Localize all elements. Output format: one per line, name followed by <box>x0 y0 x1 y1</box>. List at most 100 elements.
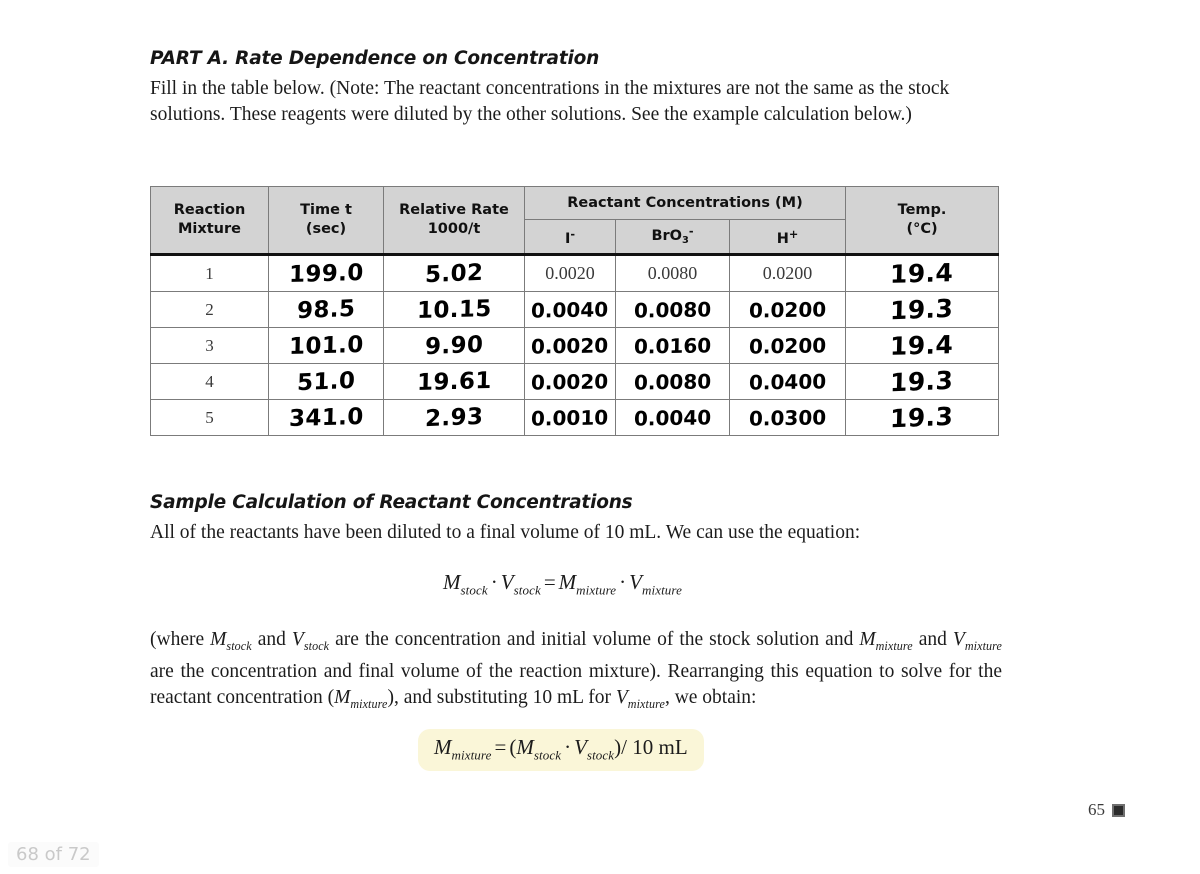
th-time-t-line1: Time t <box>300 202 352 218</box>
th-bromate-charge: - <box>688 225 694 239</box>
cell-rate[interactable]: 10.15 <box>383 291 525 328</box>
table-row: 1 199.0 5.02 0.0020 0.0080 0.0200 19.4 <box>150 253 1000 292</box>
eq-main-v-mixture: V <box>629 570 642 594</box>
cell-temp[interactable]: 19.3 <box>845 399 1000 436</box>
cell-iodide-value: 0.0020 <box>531 332 609 359</box>
cell-hydrogen[interactable]: 0.0300 <box>728 399 847 436</box>
eq-main-v-stock: V <box>500 570 514 594</box>
cell-bromate[interactable]: 0.0080 <box>615 253 730 292</box>
cell-hydrogen[interactable]: 0.0400 <box>728 363 847 400</box>
cell-iodide[interactable]: 0.0010 <box>524 399 616 436</box>
cell-time[interactable]: 51.0 <box>268 363 384 400</box>
cell-bromate[interactable]: 0.0160 <box>615 327 730 364</box>
document-page: PART A. Rate Dependence on Concentration… <box>0 0 1200 874</box>
eq-main-m-stock-sub: stock <box>460 582 488 598</box>
cell-time-value: 51.0 <box>296 367 356 396</box>
cell-time-value: 101.0 <box>288 331 364 360</box>
cell-time[interactable]: 101.0 <box>268 327 384 364</box>
cell-iodide[interactable]: 0.0040 <box>524 291 616 328</box>
cell-rate[interactable]: 9.90 <box>383 327 525 364</box>
th-iodide-charge: - <box>570 227 576 241</box>
cell-time[interactable]: 199.0 <box>268 253 384 292</box>
cell-bromate[interactable]: 0.0080 <box>615 291 730 328</box>
cell-bromate[interactable]: 0.0080 <box>615 363 730 400</box>
eq-main-m-mixture: M <box>558 570 577 594</box>
cell-rate-value: 10.15 <box>416 295 492 324</box>
cell-temp[interactable]: 19.3 <box>845 363 1000 400</box>
cell-mixture: 1 <box>150 253 269 292</box>
cell-temp-value: 19.4 <box>890 330 954 361</box>
eq-hl-m-stock: M <box>516 735 534 759</box>
cell-time[interactable]: 98.5 <box>268 291 384 328</box>
cell-hydrogen-value: 0.0400 <box>748 368 827 395</box>
cell-time[interactable]: 341.0 <box>268 399 384 436</box>
rate-data-table-wrapper: Reaction Mixture Time t (sec) Relative R… <box>150 186 1000 436</box>
cell-rate[interactable]: 5.02 <box>383 253 525 292</box>
cell-iodide[interactable]: 0.0020 <box>524 253 616 292</box>
cell-iodide-value: 0.0040 <box>531 296 609 323</box>
equation-main: Mstock · Vstock = Mmixture · Vmixture <box>443 570 682 598</box>
cell-hydrogen[interactable]: 0.0200 <box>728 253 847 292</box>
cell-temp-value: 19.3 <box>889 401 955 434</box>
cell-rate-value: 5.02 <box>424 259 484 288</box>
cell-temp-value: 19.3 <box>889 365 955 398</box>
equation-highlighted: Mmixture = (Mstock · Vstock)/ 10 mL <box>418 729 704 772</box>
cell-bromate-value: 0.0080 <box>633 368 712 395</box>
cell-rate-value: 2.93 <box>424 403 484 432</box>
th-temperature-line2: (°C) <box>906 221 938 237</box>
th-hydrogen: H+ <box>728 219 847 255</box>
table-body: 1 199.0 5.02 0.0020 0.0080 0.0200 19.4 2… <box>150 253 1000 436</box>
where-m2: M <box>859 629 876 650</box>
cell-temp[interactable]: 19.3 <box>845 291 1000 328</box>
eq-hl-dot: · <box>564 735 572 759</box>
eq-hl-m-mixture: M <box>434 735 452 759</box>
cell-bromate[interactable]: 0.0040 <box>615 399 730 436</box>
cell-temp[interactable]: 19.4 <box>845 327 1000 364</box>
cell-iodide[interactable]: 0.0020 <box>524 327 616 364</box>
eq-hl-v-stock: V <box>574 735 587 759</box>
table-row: 2 98.5 10.15 0.0040 0.0080 0.0200 19.3 <box>150 291 1000 328</box>
cell-rate[interactable]: 2.93 <box>383 399 525 436</box>
cell-mixture: 2 <box>150 291 269 328</box>
eq-main-v-mixture-sub: mixture <box>641 582 682 598</box>
th-bromate-count: 3 <box>681 235 689 247</box>
intro-paragraph: Fill in the table below. (Note: The reac… <box>150 78 950 125</box>
th-hydrogen-charge: + <box>788 227 799 241</box>
cell-hydrogen[interactable]: 0.0200 <box>728 291 847 328</box>
cell-temp[interactable]: 19.4 <box>845 253 1000 292</box>
where-m3-sub: mixture <box>350 697 388 712</box>
th-hydrogen-symbol: H <box>776 230 789 247</box>
viewer-page-indicator: 68 of 72 <box>8 842 99 867</box>
where-v1: V <box>291 629 304 650</box>
cell-temp-value: 19.3 <box>889 293 955 326</box>
cell-time-value: 341.0 <box>288 403 364 432</box>
cell-rate[interactable]: 19.61 <box>383 363 525 400</box>
where-text-4: and <box>912 629 953 650</box>
where-text-2: and <box>251 629 292 650</box>
where-text-1: (where <box>150 629 211 650</box>
cell-mixture: 4 <box>150 363 269 400</box>
th-reaction-mixture-line2: Mixture <box>178 221 241 237</box>
cell-iodide-value: 0.0010 <box>531 404 609 431</box>
part-a-heading: PART A. Rate Dependence on Concentration <box>150 48 600 69</box>
eq-main-m-stock: M <box>443 570 461 594</box>
cell-bromate-value: 0.0040 <box>633 404 712 431</box>
eq-main-equals: = <box>543 570 556 594</box>
eq-hl-divisor: / 10 mL <box>621 735 688 759</box>
cell-iodide[interactable]: 0.0020 <box>524 363 616 400</box>
page-marker-square-icon <box>1112 803 1125 817</box>
table-row: 4 51.0 19.61 0.0020 0.0080 0.0400 19.3 <box>150 363 1000 400</box>
where-v3: V <box>615 687 628 709</box>
eq-main-dot-2: · <box>619 570 627 594</box>
th-temperature-line1: Temp. <box>897 202 947 218</box>
cell-mixture: 3 <box>150 327 269 364</box>
cell-mixture: 5 <box>150 399 269 436</box>
rate-data-table: Reaction Mixture Time t (sec) Relative R… <box>150 186 1000 436</box>
th-iodide: I- <box>524 219 616 255</box>
th-relative-rate-line2: 1000/t <box>427 221 481 237</box>
cell-hydrogen[interactable]: 0.0200 <box>728 327 847 364</box>
cell-temp-value: 19.4 <box>890 258 954 289</box>
th-time-t-line2: (sec) <box>305 221 347 237</box>
th-reactant-concentrations: Reactant Concentrations (M) <box>523 186 847 220</box>
eq-main-m-mixture-sub: mixture <box>576 582 617 598</box>
